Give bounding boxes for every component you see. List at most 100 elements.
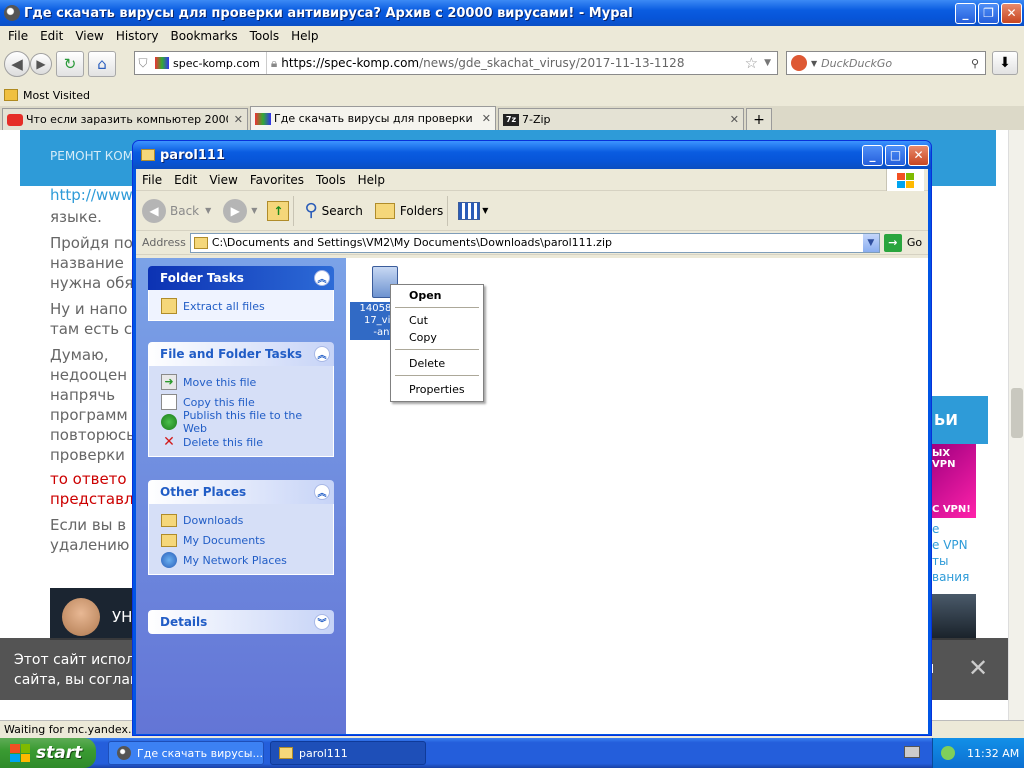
close-icon[interactable]: ✕ [968,654,988,682]
chevron-down-icon[interactable]: ▼ [205,206,211,215]
place-downloads[interactable]: Downloads [161,510,323,530]
chevron-down-icon[interactable]: ▼ [251,206,257,215]
browser-title-bar[interactable]: Где скачать вирусы для проверки антивиру… [0,0,1024,26]
menu-file[interactable]: File [136,173,168,187]
collapse-icon[interactable]: ︽ [314,346,330,362]
site-favicon-icon [155,57,169,69]
maximize-button[interactable]: ❐ [978,2,999,24]
collapse-icon[interactable]: ︽ [314,484,330,500]
menu-edit[interactable]: Edit [34,29,69,43]
bookmark-star-icon[interactable]: ☆ [745,54,758,72]
go-button[interactable]: → Go [883,233,922,252]
menu-tools[interactable]: Tools [244,29,286,43]
scrollbar-thumb[interactable] [1011,388,1023,438]
menu-edit[interactable]: Edit [168,173,203,187]
place-my-documents[interactable]: My Documents [161,530,323,550]
search-box[interactable]: ▼ DuckDuckGo ⚲ [786,51,986,75]
forward-button[interactable]: ▶ ▼ [223,198,257,223]
new-tab-button[interactable]: + [746,108,772,130]
tab-spec-komp[interactable]: Где скачать вирусы для проверки ант... ✕ [250,106,496,130]
menu-tools[interactable]: Tools [310,173,352,187]
menu-history[interactable]: History [110,29,165,43]
menu-file[interactable]: File [2,29,34,43]
place-my-network-places[interactable]: My Network Places [161,550,323,570]
context-cut[interactable]: Cut [409,314,428,327]
article-text: повторюсь [50,426,135,444]
menu-help[interactable]: Help [285,29,324,43]
menu-bookmarks[interactable]: Bookmarks [165,29,244,43]
folder-tasks-header[interactable]: Folder Tasks ︽ [148,266,334,290]
start-button[interactable]: start [0,738,96,768]
chevron-down-icon[interactable]: ▼ [482,206,488,215]
task-delete-file[interactable]: ✕ Delete this file [161,432,323,452]
site-identity[interactable]: spec-komp.com [151,52,267,74]
url-bar[interactable]: ⛉ spec-komp.com 🔒︎ https://spec-komp.com… [134,51,778,75]
ad-image[interactable] [932,594,976,640]
other-places-header[interactable]: Other Places ︽ [148,480,334,504]
zip-folder-icon [141,149,155,161]
tab-close-icon[interactable]: ✕ [730,113,739,126]
ad-text[interactable]: е VPN [932,538,968,552]
back-arrow-icon[interactable]: ◀ [4,51,30,77]
close-button[interactable]: ✕ [1001,2,1022,24]
details-header[interactable]: Details ︾ [148,610,334,634]
ad-text[interactable]: е [932,522,939,536]
bookmark-most-visited[interactable]: Most Visited [23,89,90,102]
shield-icon[interactable]: ⛉ [135,56,151,71]
menu-favorites[interactable]: Favorites [244,173,310,187]
minimize-button[interactable]: _ [955,2,976,24]
vpn-ad-banner[interactable]: ЫХ VPN C VPN! [932,444,976,518]
search-button[interactable]: ⚲ Search [304,200,362,221]
context-copy[interactable]: Copy [409,331,437,344]
context-properties[interactable]: Properties [409,383,465,396]
sidebar-heading-text: ЬИ [934,411,958,429]
ad-text[interactable]: вания [932,570,969,584]
file-tasks-header[interactable]: File and Folder Tasks ︽ [148,342,334,366]
engine-dropdown-icon[interactable]: ▼ [811,59,817,68]
taskbar-item-browser[interactable]: Где скачать вирусы... [108,741,264,765]
menu-help[interactable]: Help [352,173,391,187]
collapse-icon[interactable]: ︽ [314,270,330,286]
reload-icon[interactable]: ↻ [56,51,84,77]
system-tray: 11:32 AM [932,738,1024,768]
views-button[interactable]: ▼ [458,201,488,220]
tab-youtube[interactable]: Что если заразить компьютер 20000 В... ✕ [2,108,248,130]
url-dropdown-icon[interactable]: ▼ [758,58,777,68]
ad-text[interactable]: ты [932,554,948,568]
article-link[interactable]: http://www [50,186,133,204]
maximize-button[interactable]: □ [885,144,906,166]
tab-close-icon[interactable]: ✕ [482,112,491,125]
explorer-title-bar[interactable]: parol111 _ □ ✕ [133,141,931,169]
article-text: там есть с [50,320,133,338]
taskbar-item-explorer[interactable]: parol111 [270,741,426,765]
windows-logo-icon [886,169,924,191]
home-icon[interactable]: ⌂ [88,51,116,77]
page-scrollbar[interactable] [1008,130,1024,720]
task-publish-file[interactable]: Publish this file to the Web [161,409,323,435]
address-field[interactable]: C:\Documents and Settings\VM2\My Documen… [189,232,880,253]
menu-view[interactable]: View [69,29,109,43]
minimize-button[interactable]: _ [862,144,883,166]
download-icon[interactable]: ⬇ [992,51,1018,75]
expand-icon[interactable]: ︾ [314,614,330,630]
context-delete[interactable]: Delete [409,357,445,370]
menu-view[interactable]: View [203,173,243,187]
file-tasks-panel: File and Folder Tasks ︽ ➜ Move this file… [148,342,334,457]
tray-app-icon[interactable] [941,746,955,760]
close-button[interactable]: ✕ [908,144,929,166]
search-icon[interactable]: ⚲ [971,57,979,70]
up-folder-button[interactable]: ↑ [267,200,290,221]
tab-close-icon[interactable]: ✕ [234,113,243,126]
article-text: проверки [50,446,125,464]
task-move-file[interactable]: ➜ Move this file [161,372,323,392]
forward-arrow-icon[interactable]: ▶ [30,53,52,75]
clock[interactable]: 11:32 AM [967,747,1019,760]
address-dropdown-icon[interactable]: ▼ [862,233,879,252]
tab-7zip[interactable]: 7z 7-Zip ✕ [498,108,744,130]
folders-button[interactable]: Folders [374,202,443,219]
task-extract-all[interactable]: Extract all files [161,296,323,316]
keyboard-icon[interactable] [904,746,920,758]
context-open[interactable]: Open [409,289,442,302]
tab-label: Где скачать вирусы для проверки ант... [274,112,476,125]
back-button[interactable]: ◀ Back ▼ [142,198,211,223]
